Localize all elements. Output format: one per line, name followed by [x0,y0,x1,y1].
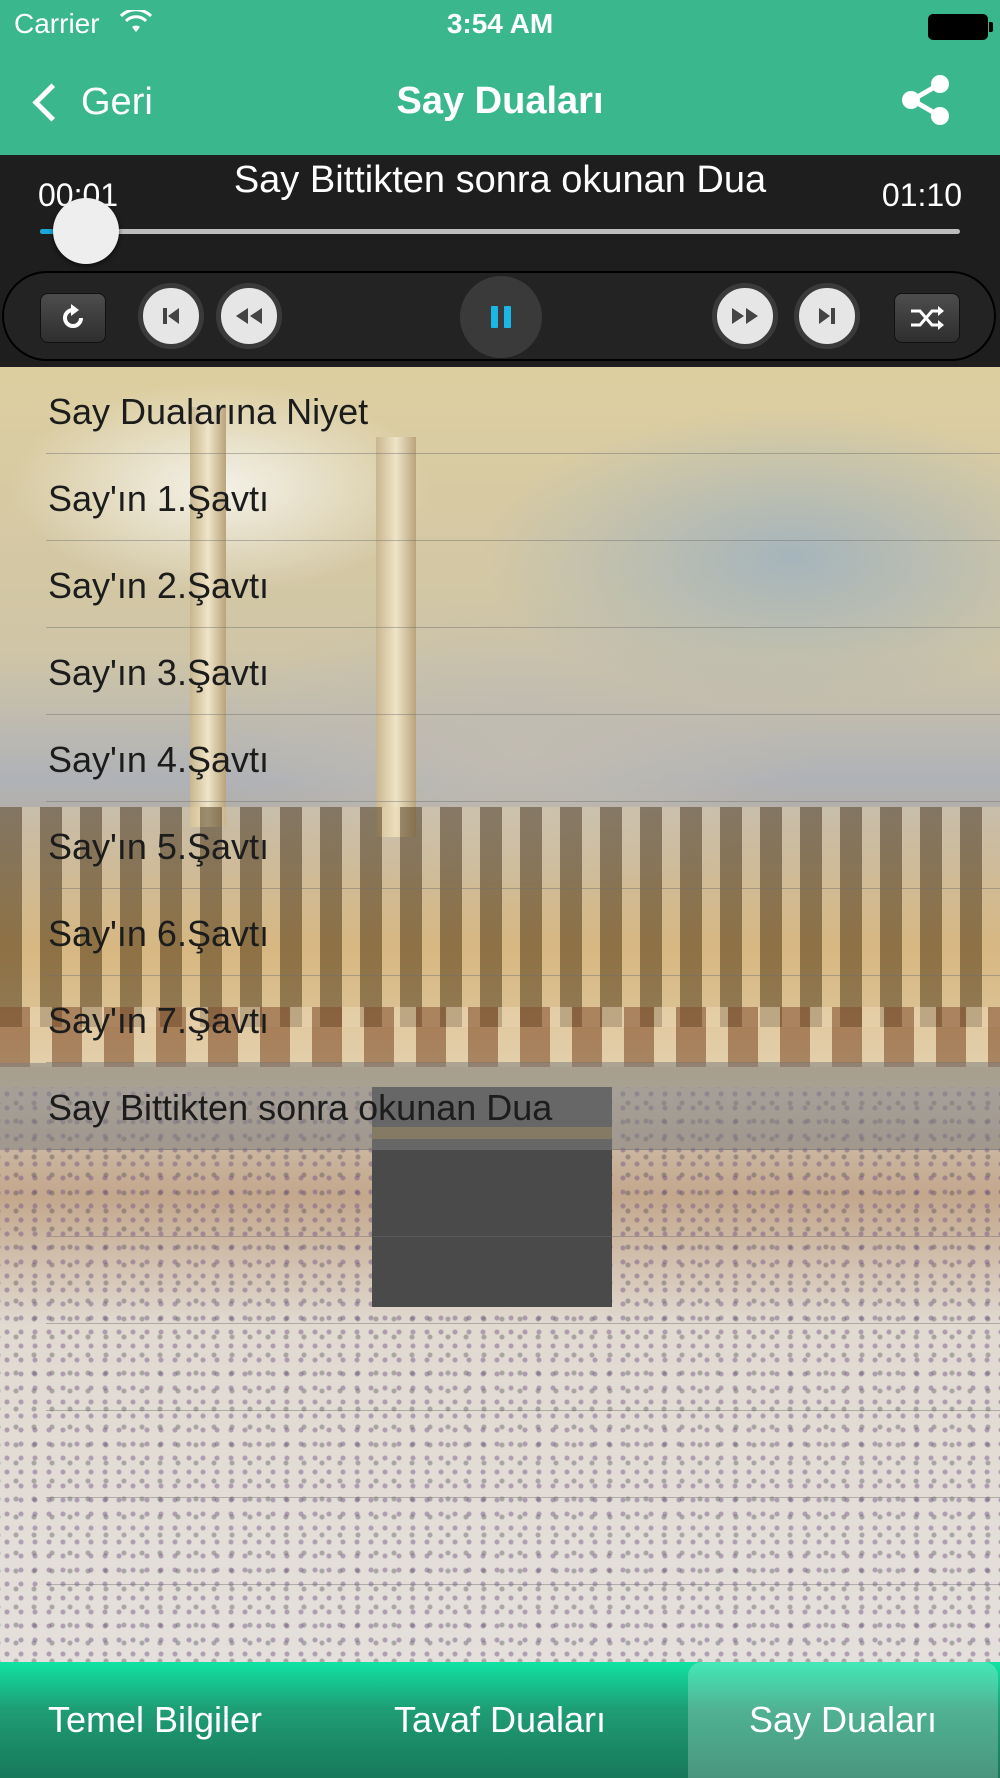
skip-next-icon [819,308,835,324]
list-item[interactable]: Say'ın 5.Şavtı [0,802,1000,889]
shuffle-icon [911,306,944,330]
audio-player: Say Bittikten sonra okunan Dua 00:01 01:… [0,155,1000,367]
repeat-icon [63,304,83,328]
empty-row [0,1498,1000,1585]
status-time: 3:54 AM [446,8,554,39]
fast-forward-icon [732,308,758,324]
repeat-button[interactable] [40,293,106,343]
app-header: Carrier 3:54 AM Geri Say Duaları [0,0,1000,155]
skip-next-button[interactable] [794,283,860,349]
progress-thumb[interactable] [53,198,119,264]
track-title: Say Bittikten sonra okunan Dua [233,159,767,201]
tab-tavaf-dualari[interactable]: Tavaf Duaları [345,1662,655,1778]
list-item[interactable]: Say'ın 6.Şavtı [0,889,1000,976]
list-item[interactable]: Say'ın 1.Şavtı [0,454,1000,541]
empty-row [0,1150,1000,1237]
list-item[interactable]: Say'ın 4.Şavtı [0,715,1000,802]
playback-controls [2,271,996,361]
fast-forward-button[interactable] [712,283,778,349]
rewind-button[interactable] [216,283,282,349]
empty-row [0,1237,1000,1324]
status-bar: Carrier 3:54 AM [0,0,1000,50]
share-icon[interactable] [898,72,954,128]
battery-icon [928,14,993,40]
prayer-list: Say Dualarına Niyet Say'ın 1.Şavtı Say'ı… [0,367,1000,1585]
total-duration: 01:10 [881,177,962,213]
rewind-icon [236,308,262,324]
list-item[interactable]: Say'ın 2.Şavtı [0,541,1000,628]
shuffle-button[interactable] [894,293,960,343]
skip-previous-icon [163,308,179,324]
list-item-active[interactable]: Say Bittikten sonra okunan Dua [0,1063,1000,1150]
list-item[interactable]: Say'ın 7.Şavtı [0,976,1000,1063]
progress-slider[interactable] [40,198,960,264]
tab-say-dualari[interactable]: Say Duaları [688,1662,998,1778]
empty-row [0,1324,1000,1411]
list-item[interactable]: Say Dualarına Niyet [0,367,1000,454]
page-title: Say Duaları [396,80,604,122]
list-item[interactable]: Say'ın 3.Şavtı [0,628,1000,715]
empty-row [0,1411,1000,1498]
pause-icon [491,306,511,328]
skip-previous-button[interactable] [138,283,204,349]
tab-bar: Temel Bilgiler Tavaf Duaları Say Duaları [0,1662,1000,1778]
pause-button[interactable] [460,276,542,358]
navigation-bar: Geri Say Duaları [0,50,1000,155]
tab-temel-bilgiler[interactable]: Temel Bilgiler [0,1662,310,1778]
content-area: Say Dualarına Niyet Say'ın 1.Şavtı Say'ı… [0,367,1000,1662]
